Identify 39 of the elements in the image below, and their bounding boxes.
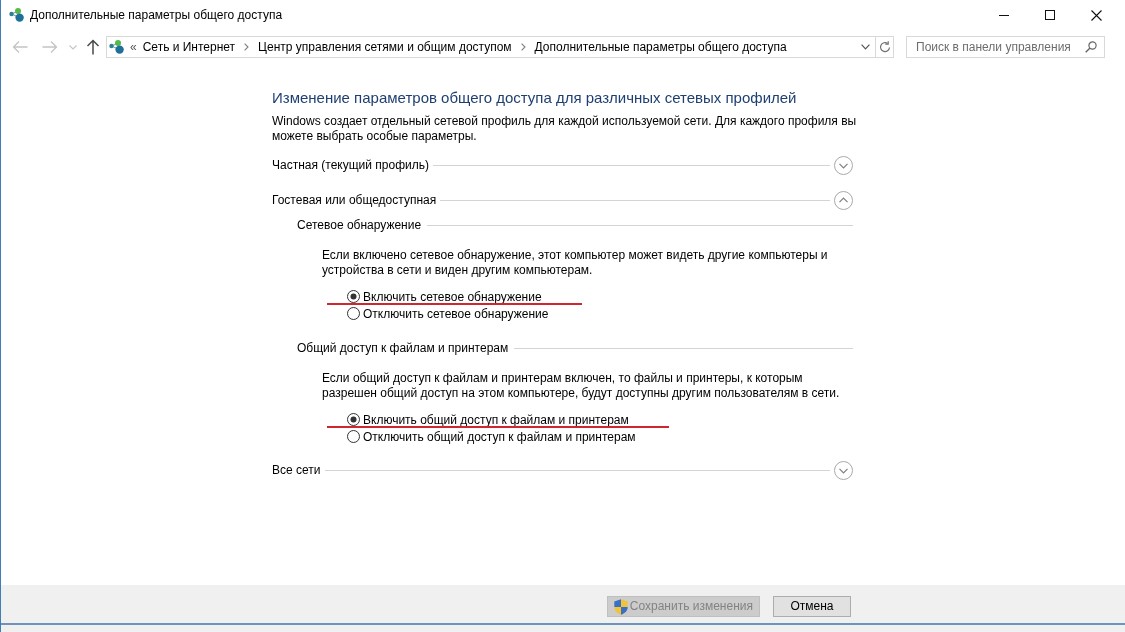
window-title: Дополнительные параметры общего доступа [30, 7, 283, 23]
section-description: Если включено сетевое обнаружение, этот компьютер может видеть другие компьютеры и устройства в сети и виден другим компьютерам. [322, 248, 829, 278]
radio-label[interactable]: Включить общий доступ к файлам и принтерам [363, 412, 629, 427]
breadcrumb-item[interactable]: Сеть и Интернет [142, 40, 236, 54]
refresh-icon[interactable] [878, 41, 891, 53]
section-title: Общий доступ к файлам и принтерам [297, 341, 509, 356]
page-description: Windows создает отдельный сетевой профиль для каждой используемой сети. Для каждого профиля вы можете выбрать особые параметры. [272, 114, 858, 144]
circled-chevron-down-icon[interactable] [834, 461, 853, 480]
breadcrumb-item[interactable]: Дополнительные параметры общего доступа [534, 40, 787, 54]
cancel-button[interactable]: Отмена [773, 596, 851, 617]
circled-chevron-up-icon[interactable] [834, 191, 853, 210]
section-title: Сетевое обнаружение [297, 218, 422, 233]
minimize-icon [999, 14, 1009, 16]
profile-header[interactable]: Частная (текущий профиль) [272, 158, 429, 173]
radio-label[interactable]: Отключить общий доступ к файлам и принтерам [363, 429, 636, 444]
radio-label[interactable]: Отключить сетевое обнаружение [363, 306, 549, 321]
page-heading: Изменение параметров общего доступа для различных сетевых профилей [272, 88, 798, 108]
network-icon [109, 40, 125, 54]
chevron-right-icon [520, 43, 526, 51]
breadcrumb-overflow[interactable]: « [130, 40, 137, 54]
up-arrow-icon[interactable] [86, 39, 100, 55]
radio-button[interactable] [347, 307, 360, 320]
search-icon[interactable] [1085, 41, 1097, 53]
section-description: Если общий доступ к файлам и принтерам включен, то файлы и принтеры, к которым разрешен общий доступ на этом компьютере, будут доступны другим пользователям в сети. [322, 371, 841, 401]
network-icon [9, 8, 25, 22]
chevron-right-icon [244, 43, 250, 51]
circled-chevron-down-icon[interactable] [834, 156, 853, 175]
profile-header[interactable]: Все сети [272, 463, 321, 478]
close-icon [1090, 9, 1102, 21]
breadcrumb-item[interactable]: Центр управления сетями и общим доступом [258, 40, 512, 54]
radio-button[interactable] [347, 290, 360, 303]
radio-button[interactable] [347, 413, 360, 426]
search-field[interactable]: Поиск в панели управления [906, 36, 1105, 58]
address-bar[interactable]: « Сеть и Интернет Центр управления сетями и общим доступом Дополнительные параметры общего доступа [106, 36, 894, 58]
maximize-icon [1045, 10, 1055, 20]
radio-button[interactable] [347, 430, 360, 443]
profile-header[interactable]: Гостевая или общедоступная [272, 193, 437, 208]
chevron-down-icon[interactable] [861, 44, 870, 50]
radio-label[interactable]: Включить сетевое обнаружение [363, 289, 542, 304]
